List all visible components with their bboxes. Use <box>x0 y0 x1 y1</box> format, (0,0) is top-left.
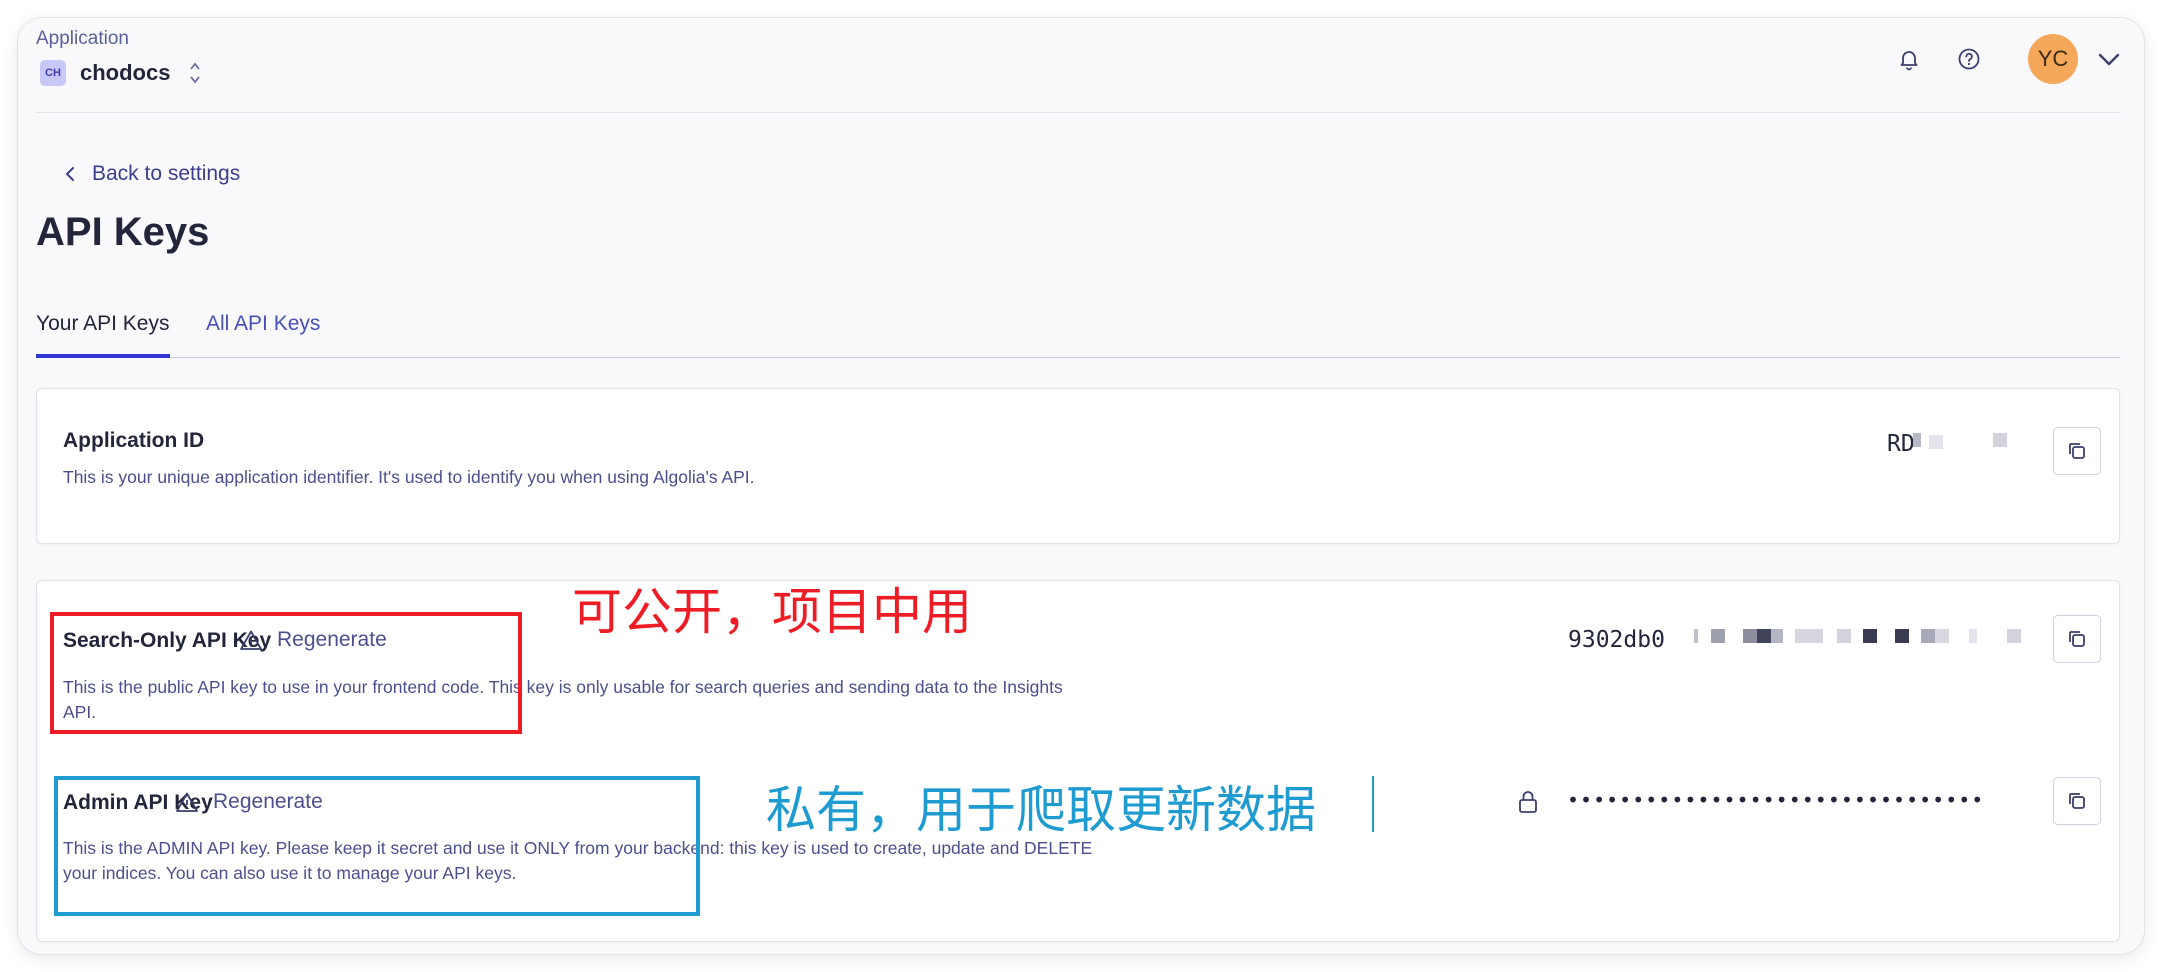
admin-key-masked-value[interactable]: •••••••••••••••••••••••••••••••• <box>1567 788 1984 812</box>
copy-icon <box>2069 443 2085 459</box>
back-to-settings-link[interactable]: Back to settings <box>64 162 240 186</box>
app-switch-chevrons-icon <box>190 62 201 84</box>
application-id-card: Application ID This is your unique appli… <box>36 388 2120 544</box>
redacted-block <box>1921 629 1935 643</box>
redacted-block <box>1913 433 1921 447</box>
notifications-button[interactable] <box>1892 42 1926 76</box>
copy-application-id-button[interactable] <box>2053 427 2101 475</box>
top-bar: Application CH chodocs YC <box>18 18 2144 114</box>
copy-icon <box>2069 631 2085 647</box>
redacted-block <box>1795 629 1823 643</box>
redacted-block <box>1837 629 1851 643</box>
redacted-block <box>2007 629 2021 643</box>
top-divider <box>36 112 2120 113</box>
tabs: Your API Keys All API Keys <box>36 290 2120 360</box>
back-label: Back to settings <box>92 162 241 185</box>
bell-icon <box>1900 51 1918 71</box>
redacted-block <box>1993 433 2007 447</box>
annotation-box-search-key <box>50 612 522 734</box>
redacted-block <box>1711 629 1725 643</box>
redacted-block <box>1863 629 1877 643</box>
tab-your-api-keys[interactable]: Your API Keys <box>36 312 169 336</box>
tab-all-api-keys[interactable]: All API Keys <box>206 312 320 336</box>
tabs-divider <box>36 357 2120 358</box>
redacted-block <box>1757 629 1771 643</box>
copy-icon <box>2069 793 2085 809</box>
page-title: API Keys <box>36 210 210 254</box>
annotation-admin-note: 私有，用于爬取更新数据 <box>766 781 1316 839</box>
redacted-block <box>1935 629 1949 643</box>
help-button[interactable] <box>1952 42 1986 76</box>
help-icon <box>1958 48 1980 70</box>
active-tab-indicator <box>36 354 170 358</box>
annotation-box-admin-key <box>54 776 700 916</box>
redacted-block <box>1771 629 1783 643</box>
redacted-block <box>1694 629 1698 643</box>
user-avatar[interactable]: YC <box>2028 34 2078 84</box>
copy-admin-key-button[interactable] <box>2053 777 2101 825</box>
annotation-search-note: 可公开，项目中用 <box>572 583 972 641</box>
search-key-value[interactable]: 9302db0 <box>1568 627 1665 653</box>
redacted-block <box>1895 629 1909 643</box>
chevron-left-icon <box>66 167 74 181</box>
app-name: chodocs <box>80 60 171 85</box>
app-window: Application CH chodocs YC Back to settin… <box>18 18 2144 954</box>
app-badge: CH <box>40 60 66 86</box>
application-id-value[interactable]: RD <box>1887 431 1915 457</box>
text-cursor <box>1372 776 1374 832</box>
redacted-block <box>1929 435 1943 449</box>
redacted-block <box>1969 629 1977 643</box>
copy-search-key-button[interactable] <box>2053 615 2101 663</box>
application-id-title: Application ID <box>63 429 205 452</box>
app-switcher[interactable]: CH chodocs <box>40 60 202 86</box>
redacted-block <box>1743 629 1757 643</box>
chevron-down-icon[interactable] <box>2096 48 2122 70</box>
lock-icon <box>1519 791 1537 813</box>
app-caption: Application <box>36 28 129 49</box>
application-id-description: This is your unique application identifi… <box>63 467 755 487</box>
